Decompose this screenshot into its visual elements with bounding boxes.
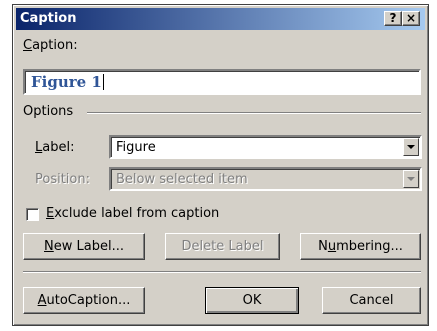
position-field-label: Position: <box>35 172 90 187</box>
close-button[interactable]: × <box>402 11 420 26</box>
label-select-value: Figure <box>116 140 156 155</box>
numbering-button[interactable]: Numbering... <box>300 233 421 260</box>
new-label-rest: ew Label... <box>53 239 124 254</box>
bottom-separator <box>23 271 421 273</box>
autocaption-rest: utoCaption... <box>46 293 131 308</box>
autocaption-button[interactable]: AutoCaption... <box>23 287 145 314</box>
caption-input-text: Figure 1 <box>31 73 102 91</box>
text-caret <box>102 74 104 90</box>
caption-dialog: Caption ? × Caption: Figure 1 Options La… <box>12 4 429 326</box>
exclude-label-rest: xclude label from caption <box>54 206 220 221</box>
caption-label: Caption: <box>23 38 78 53</box>
new-label-button[interactable]: New Label... <box>23 233 145 260</box>
label-select[interactable]: Figure <box>109 135 422 159</box>
ok-button[interactable]: OK <box>205 287 299 314</box>
options-separator <box>87 112 421 114</box>
exclude-label-text[interactable]: Exclude label from caption <box>46 206 219 221</box>
options-group-label: Options <box>23 104 74 119</box>
dialog-title: Caption <box>20 11 77 26</box>
caption-input-value: Figure 1 <box>31 73 104 91</box>
numbering-rest: mbering... <box>336 239 403 254</box>
position-dropdown-button[interactable] <box>403 170 419 188</box>
label-field-label-rest: abel: <box>42 140 75 155</box>
caption-label-rest: aption: <box>32 38 78 53</box>
chevron-down-icon <box>407 177 415 181</box>
exclude-label-checkbox[interactable] <box>26 208 39 221</box>
title-bar[interactable]: Caption ? × <box>16 8 425 30</box>
chevron-down-icon <box>407 145 415 149</box>
label-dropdown-button[interactable] <box>403 138 419 156</box>
numbering-pre: N <box>318 239 328 254</box>
position-select-value: Below selected item <box>116 172 248 187</box>
autocaption-accesskey: A <box>37 293 47 308</box>
numbering-accesskey: u <box>327 239 337 254</box>
label-field-label: Label: <box>35 140 74 155</box>
caption-input[interactable]: Figure 1 <box>23 69 421 95</box>
exclude-accesskey: E <box>46 206 55 221</box>
help-button[interactable]: ? <box>384 11 402 26</box>
position-select[interactable]: Below selected item <box>109 167 422 191</box>
caption-label-accesskey: C <box>23 38 33 53</box>
delete-label-button[interactable]: Delete Label <box>165 233 280 260</box>
cancel-button[interactable]: Cancel <box>322 287 421 314</box>
new-label-accesskey: N <box>44 239 54 254</box>
